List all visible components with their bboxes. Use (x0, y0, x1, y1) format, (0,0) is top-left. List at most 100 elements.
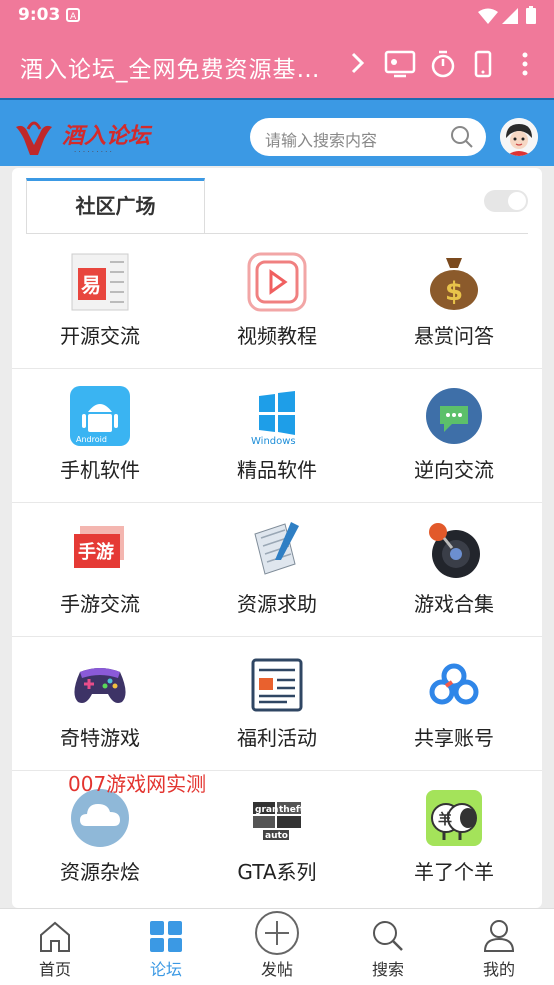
category-reverse-exchange[interactable]: 逆向交流 (366, 368, 542, 502)
category-welfare-events[interactable]: 福利活动 (189, 636, 365, 770)
plus-circle-icon (255, 911, 299, 955)
money-bag-icon: $ (430, 258, 478, 310)
app-bar: 酒入论坛_全网免费资源基… (0, 30, 554, 98)
category-shared-accounts[interactable]: 共享账号 (366, 636, 542, 770)
forum-card: 社区广场 易 开源交流 视频教程 $ 悬赏问答 Android 手机软件 Win… (12, 168, 542, 908)
svg-text:羊: 羊 (438, 811, 452, 828)
nav-label: 首页 (38, 960, 71, 979)
gamepad-icon (74, 668, 126, 703)
svg-text:gran: gran (255, 805, 278, 815)
nav-label: 我的 (482, 960, 515, 979)
svg-text:· · · · · · · · ·: · · · · · · · · · (74, 148, 112, 156)
category-game-collection[interactable]: 游戏合集 (366, 502, 542, 636)
chat-bubble-icon (426, 388, 482, 444)
android-icon: Android (70, 386, 130, 446)
category-premium-software[interactable]: Windows 精品软件 (189, 368, 365, 502)
game-ball-icon (429, 523, 480, 578)
search-box[interactable]: 请输入搜索内容 (250, 118, 486, 156)
category-mobile-software[interactable]: Android 手机软件 (12, 368, 188, 502)
tab-community[interactable]: 社区广场 (26, 178, 205, 233)
wifi-icon (478, 8, 498, 24)
easy-logo-icon: 易 (71, 253, 129, 311)
gta-logo-icon: gran theft auto (253, 802, 305, 841)
category-mobile-games[interactable]: 手游 手游交流 (12, 502, 188, 636)
search-icon[interactable] (450, 125, 474, 149)
category-label: 奇特游戏 (60, 726, 140, 750)
svg-text:易: 易 (81, 273, 101, 297)
category-label: 游戏合集 (414, 592, 494, 616)
category-row: 奇特游戏 福利活动 共享账号 (12, 636, 542, 771)
category-label: 手机软件 (60, 458, 140, 482)
svg-text:auto: auto (265, 831, 288, 841)
status-time: 9:03 (18, 5, 61, 25)
category-open-source[interactable]: 易 开源交流 (12, 234, 188, 368)
category-label: 悬赏问答 (414, 324, 494, 348)
svg-text:theft: theft (279, 805, 305, 815)
phone-icon[interactable] (474, 50, 492, 78)
category-unique-games[interactable]: 奇特游戏 (12, 636, 188, 770)
cast-screen-icon[interactable] (384, 50, 416, 78)
search-icon (373, 921, 403, 951)
svg-text:酒入论坛: 酒入论坛 (62, 124, 153, 149)
nav-label: 搜索 (371, 960, 404, 979)
nav-post[interactable]: 发帖 (222, 909, 332, 985)
video-play-icon (247, 252, 307, 312)
bottom-navigation: 首页 论坛 发帖 搜索 我的 (0, 908, 554, 985)
windows-icon: Windows (251, 391, 296, 446)
category-label: 精品软件 (237, 458, 317, 482)
timer-icon[interactable] (430, 50, 456, 78)
category-label: 福利活动 (237, 726, 317, 750)
avatar[interactable] (500, 118, 538, 156)
category-label: 资源杂烩 (60, 860, 140, 884)
sheep-icon: 羊 (426, 790, 482, 846)
category-video-tutorial[interactable]: 视频教程 (189, 234, 365, 368)
user-avatar-icon (500, 118, 538, 156)
document-pen-icon (254, 522, 299, 575)
battery-icon (526, 6, 536, 24)
site-header: 酒入论坛 · · · · · · · · · 请输入搜索内容 (0, 98, 554, 166)
category-label: 视频教程 (237, 324, 317, 348)
category-bounty-qa[interactable]: $ 悬赏问答 (366, 234, 542, 368)
nav-home[interactable]: 首页 (0, 909, 110, 985)
category-label: 资源求助 (237, 592, 317, 616)
signal-icon (502, 8, 518, 24)
category-gta-series[interactable]: gran theft auto GTA系列 (189, 770, 365, 904)
site-logo: 酒入论坛 · · · · · · · · · (16, 121, 153, 156)
chevron-right-icon[interactable] (350, 50, 366, 76)
home-icon (40, 921, 70, 952)
svg-text:手游: 手游 (78, 541, 114, 563)
category-label: 手游交流 (60, 592, 140, 616)
cloud-icon (71, 789, 129, 847)
category-row: Android 手机软件 Windows 精品软件 逆向交流 (12, 368, 542, 503)
svg-text:Android: Android (76, 435, 107, 444)
category-label: 共享账号 (414, 726, 494, 750)
user-icon (483, 920, 515, 952)
svg-text:Windows: Windows (251, 436, 296, 446)
nav-label: 论坛 (149, 960, 182, 979)
grid-icon (150, 921, 182, 952)
svg-text:$: $ (445, 277, 463, 307)
more-vertical-icon[interactable] (520, 50, 530, 78)
svg-text:A: A (70, 12, 77, 22)
category-row: 手游 手游交流 资源求助 游戏合集 (12, 502, 542, 637)
section-tabbar: 社区广场 (26, 178, 528, 234)
category-label: 开源交流 (60, 324, 140, 348)
category-resource-help[interactable]: 资源求助 (189, 502, 365, 636)
nav-forum[interactable]: 论坛 (111, 909, 221, 985)
category-row: 易 开源交流 视频教程 $ 悬赏问答 (12, 234, 542, 369)
category-label: 羊了个羊 (414, 860, 494, 884)
watermark: 007游戏网实测 (68, 772, 207, 796)
share-cloud-icon (429, 663, 479, 705)
search-input[interactable]: 请输入搜索内容 (265, 127, 377, 151)
category-label: GTA系列 (237, 860, 317, 884)
toggle-knob (508, 192, 526, 210)
layout-toggle[interactable] (484, 190, 528, 212)
category-label: 逆向交流 (414, 458, 494, 482)
status-bar: 9:03 A (0, 0, 554, 30)
category-sheep-game[interactable]: 羊 羊了个羊 (366, 770, 542, 904)
nav-mine[interactable]: 我的 (444, 909, 554, 985)
nav-label: 发帖 (260, 960, 293, 979)
nav-search[interactable]: 搜索 (333, 909, 443, 985)
newspaper-icon (251, 658, 303, 712)
notification-icon: A (66, 8, 80, 22)
